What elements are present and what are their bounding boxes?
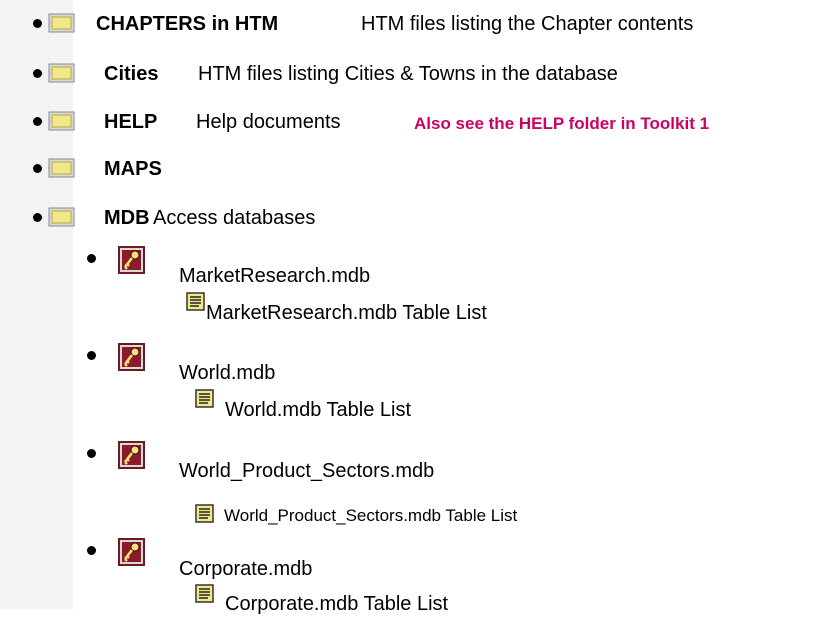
bullet xyxy=(33,164,42,173)
folder-name[interactable]: CHAPTERS in HTM xyxy=(96,12,278,36)
folder-description: HTM files listing Cities & Towns in the … xyxy=(198,63,618,85)
folder-name[interactable]: Cities xyxy=(104,62,158,86)
document-icon xyxy=(195,584,214,603)
bullet xyxy=(33,117,42,126)
left-gutter xyxy=(0,0,73,609)
bullet xyxy=(33,69,42,78)
folder-note: Also see the HELP folder in Toolkit 1 xyxy=(414,114,710,133)
bullet xyxy=(33,213,42,222)
folder-description: Access databases xyxy=(153,207,316,229)
folder-name[interactable]: MAPS xyxy=(104,157,162,181)
table-list-link[interactable]: MarketResearch.mdb Table List xyxy=(206,301,487,325)
folder-icon xyxy=(48,111,75,131)
folder-icon xyxy=(48,158,75,178)
bullet xyxy=(87,546,96,555)
access-database-icon xyxy=(118,246,145,274)
document-icon xyxy=(195,389,214,408)
document-icon xyxy=(186,292,205,311)
bullet xyxy=(33,19,42,28)
access-database-icon xyxy=(118,441,145,469)
document-icon xyxy=(195,504,214,523)
folder-icon xyxy=(48,63,75,83)
database-file-link[interactable]: Corporate.mdb xyxy=(179,557,312,581)
folder-name[interactable]: HELP xyxy=(104,110,157,134)
folder-name[interactable]: MDB xyxy=(104,206,150,230)
bullet xyxy=(87,351,96,360)
folder-icon xyxy=(48,13,75,33)
access-database-icon xyxy=(118,343,145,371)
bullet xyxy=(87,254,96,263)
database-file-link[interactable]: World.mdb xyxy=(179,361,275,385)
table-list-link[interactable]: World.mdb Table List xyxy=(225,398,411,422)
table-list-link[interactable]: Corporate.mdb Table List xyxy=(225,592,448,616)
database-file-link[interactable]: World_Product_Sectors.mdb xyxy=(179,459,434,483)
folder-description: Help documents xyxy=(196,111,341,133)
folder-icon xyxy=(48,207,75,227)
folder-description: HTM files listing the Chapter contents xyxy=(361,13,694,35)
table-list-link[interactable]: World_Product_Sectors.mdb Table List xyxy=(224,504,517,528)
access-database-icon xyxy=(118,538,145,566)
bullet xyxy=(87,449,96,458)
database-file-link[interactable]: MarketResearch.mdb xyxy=(179,264,370,288)
